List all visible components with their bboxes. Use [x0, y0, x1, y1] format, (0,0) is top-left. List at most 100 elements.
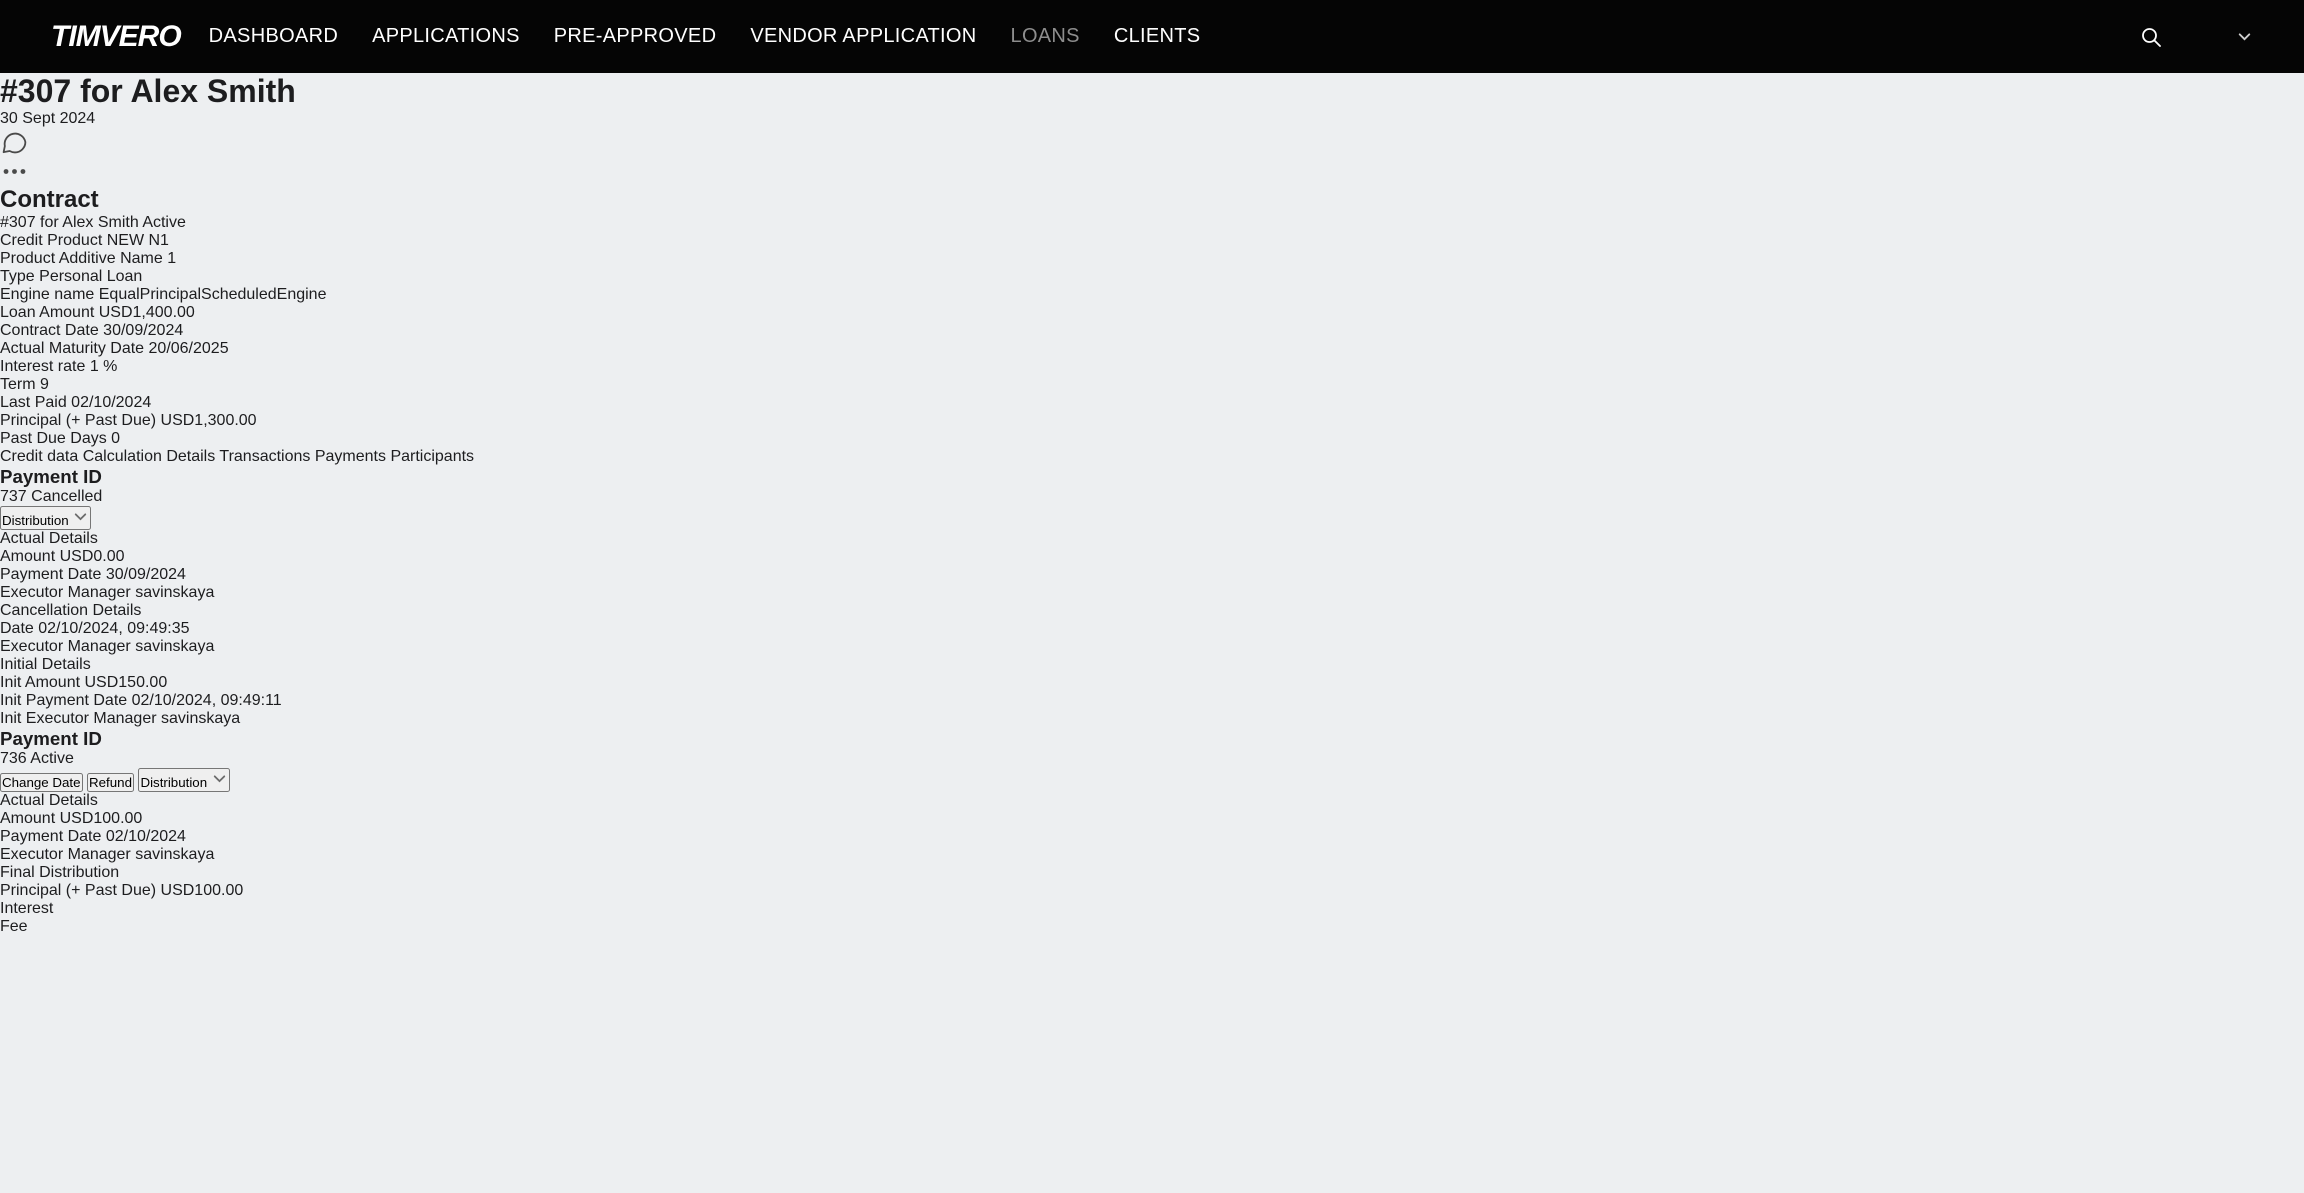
payment-detail-row: Init Executor Manager savinskaya	[0, 710, 2304, 728]
group-actual-details: Actual Details Amount USD0.00 Payment Da…	[0, 530, 2304, 602]
field-label: Past Due Days	[0, 430, 107, 447]
page-header-right: 30 Sept 2024	[0, 110, 2304, 186]
contract-name-link[interactable]: #307 for Alex Smith	[0, 214, 139, 231]
tab-calculation-details[interactable]: Calculation Details	[83, 448, 216, 465]
payment-section-737: Payment ID 737 Cancelled Distribution Ac…	[0, 466, 2304, 728]
payment-detail-row: Amount USD0.00	[0, 548, 2304, 566]
payment-detail-row: Init Payment Date 02/10/2024, 09:49:11	[0, 692, 2304, 710]
refund-button-label: Refund	[89, 775, 132, 790]
group-final-distribution: Final Distribution Principal (+ Past Due…	[0, 864, 2304, 936]
payment-actions: Change Date Refund Distribution	[0, 768, 2304, 792]
payment-detail-row: Init Amount USD150.00	[0, 674, 2304, 692]
row-label: Executor	[0, 846, 63, 863]
header-date: 30 Sept 2024	[0, 110, 95, 127]
tab-transactions[interactable]: Transactions	[219, 448, 310, 465]
field-past-due-days: Past Due Days 0	[0, 430, 2304, 448]
field-label: Last Paid	[0, 394, 67, 411]
payment-actions: Distribution	[0, 506, 2304, 530]
row-label: Principal (+ Past Due)	[0, 882, 156, 899]
field-value: 02/10/2024	[71, 394, 151, 411]
field-value: 20/06/2025	[149, 340, 229, 357]
contract-head: Contract #307 for Alex Smith Active	[0, 186, 2304, 232]
payment-header: Payment ID 737 Cancelled Distribution	[0, 466, 2304, 530]
row-label: Amount	[0, 548, 55, 565]
row-label: Executor	[0, 584, 63, 601]
row-value: 02/10/2024, 09:49:11	[132, 692, 282, 709]
field-interest-rate: Interest rate 1 %	[0, 358, 2304, 376]
payment-detail-row: Payment Date 02/10/2024	[0, 828, 2304, 846]
nav-applications[interactable]: APPLICATIONS	[372, 25, 520, 48]
field-actual-maturity-date: Actual Maturity Date 20/06/2025	[0, 340, 2304, 358]
nav-vendor-application[interactable]: VENDOR APPLICATION	[750, 25, 976, 48]
payment-status: Active	[30, 750, 74, 767]
contract-status-badge: Active	[142, 214, 186, 231]
row-label: Payment Date	[0, 828, 101, 845]
distribution-button-label: Distribution	[2, 513, 69, 528]
more-options-icon[interactable]	[0, 157, 2304, 186]
payment-detail-row: Interest	[0, 900, 2304, 918]
nav-clients[interactable]: CLIENTS	[1114, 25, 1201, 48]
payment-detail-row: Executor Manager savinskaya	[0, 846, 2304, 864]
brand-logo[interactable]: TIMVERO	[51, 20, 181, 54]
nav-pre-approved[interactable]: PRE-APPROVED	[554, 25, 717, 48]
field-label: Interest rate	[0, 358, 85, 375]
top-navigation: TIMVERO DASHBOARD APPLICATIONS PRE-APPRO…	[0, 0, 2304, 73]
row-value: Manager savinskaya	[68, 584, 215, 601]
group-title: Initial Details	[0, 656, 2304, 674]
field-label: Principal (+ Past Due)	[0, 412, 156, 429]
field-label: Loan Amount	[0, 304, 94, 321]
row-value: USD100.00	[161, 882, 244, 899]
payment-detail-row: Executor Manager savinskaya	[0, 638, 2304, 656]
row-label: Amount	[0, 810, 55, 827]
tab-payments[interactable]: Payments	[315, 448, 386, 465]
field-value: EqualPrincipalScheduledEngine	[99, 286, 327, 303]
field-label: Engine name	[0, 286, 94, 303]
avatar[interactable]	[2179, 16, 2220, 57]
refund-button[interactable]: Refund	[87, 773, 134, 792]
field-label: Product Additive Name	[0, 250, 163, 267]
row-value: Manager savinskaya	[68, 846, 215, 863]
payment-id-value: 737	[0, 488, 27, 505]
tab-participants[interactable]: Participants	[390, 448, 474, 465]
field-type: Type Personal Loan	[0, 268, 2304, 286]
change-date-button[interactable]: Change Date	[0, 773, 83, 792]
field-contract-date: Contract Date 30/09/2024	[0, 322, 2304, 340]
search-icon[interactable]	[2139, 25, 2163, 49]
field-label: Term	[0, 376, 36, 393]
field-value: USD1,400.00	[99, 304, 195, 321]
row-label: Date	[0, 620, 34, 637]
payment-header: Payment ID 736 Active Change Date Refund…	[0, 728, 2304, 792]
field-label: Type	[0, 268, 35, 285]
payment-details-grid: Actual Details Amount USD0.00 Payment Da…	[0, 530, 2304, 728]
contract-heading: Contract	[0, 186, 2304, 214]
row-value: 02/10/2024, 09:49:35	[38, 620, 189, 637]
credit-product-link[interactable]: NEW N1	[107, 232, 169, 249]
chevron-down-icon[interactable]	[2236, 28, 2253, 45]
comments-icon[interactable]	[0, 128, 2304, 157]
row-label: Payment Date	[0, 566, 101, 583]
contract-details-col-2: Loan Amount USD1,400.00 Contract Date 30…	[0, 304, 2304, 376]
row-label: Fee	[0, 918, 28, 935]
field-term: Term 9	[0, 376, 2304, 394]
field-value: 1 %	[90, 358, 118, 375]
payment-detail-row: Executor Manager savinskaya	[0, 584, 2304, 602]
payment-detail-row: Fee	[0, 918, 2304, 936]
row-label: Interest	[0, 900, 53, 917]
field-engine-name: Engine name EqualPrincipalScheduledEngin…	[0, 286, 2304, 304]
payment-id-label: Payment ID	[0, 466, 2304, 488]
row-value: USD100.00	[60, 810, 143, 827]
payment-detail-row: Principal (+ Past Due) USD100.00	[0, 882, 2304, 900]
nav-loans[interactable]: LOANS	[1011, 25, 1080, 48]
row-value: 02/10/2024	[106, 828, 186, 845]
distribution-button[interactable]: Distribution	[0, 506, 91, 530]
contract-details-col-1: Credit Product NEW N1 Product Additive N…	[0, 232, 2304, 304]
distribution-button[interactable]: Distribution	[138, 768, 229, 792]
tab-credit-data[interactable]: Credit data	[0, 448, 78, 465]
nav-dashboard[interactable]: DASHBOARD	[209, 25, 338, 48]
chevron-down-icon	[72, 508, 89, 525]
field-value: 1	[167, 250, 176, 267]
field-value: Personal Loan	[39, 268, 142, 285]
payment-id-value: 736	[0, 750, 27, 767]
payment-section-736: Payment ID 736 Active Change Date Refund…	[0, 728, 2304, 936]
field-value: 30/09/2024	[103, 322, 183, 339]
